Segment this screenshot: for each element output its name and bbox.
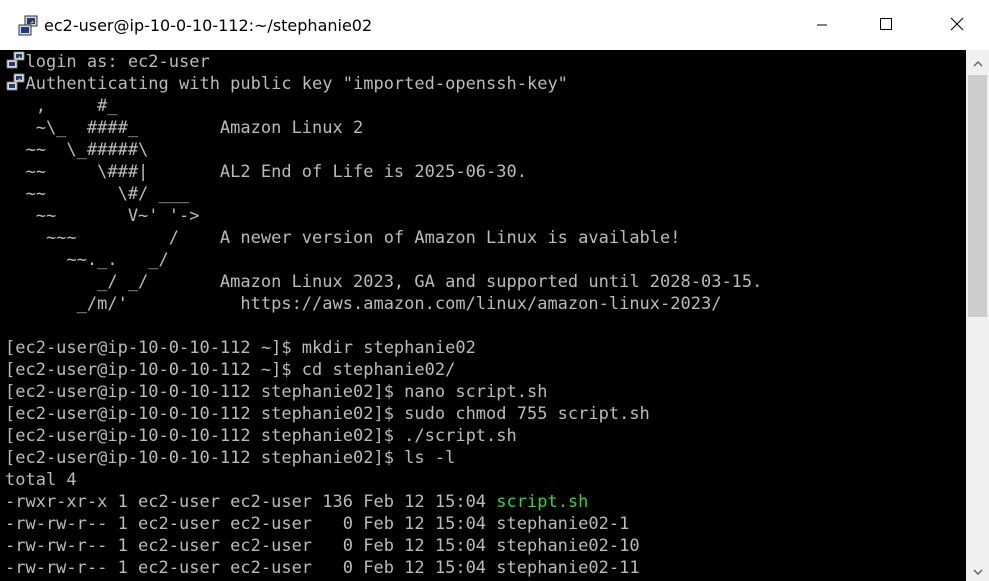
minimize-icon	[816, 16, 828, 35]
scroll-down-button[interactable]	[966, 558, 989, 581]
terminal-line: _/m/' https://aws.amazon.com/linux/amazo…	[5, 294, 722, 314]
minimize-button[interactable]	[799, 0, 845, 50]
terminal-line: [ec2-user@ip-10-0-10-112 stephanie02]$ s…	[5, 404, 650, 424]
terminal-line: [ec2-user@ip-10-0-10-112 ~]$ cd stephani…	[5, 360, 456, 380]
terminal-line: , #_	[5, 96, 118, 116]
terminal-line: ~\_ ####_ Amazon Linux 2	[5, 118, 364, 138]
terminal-line: [ec2-user@ip-10-0-10-112 ~]$ mkdir steph…	[5, 338, 476, 358]
window-title: ec2-user@ip-10-0-10-112:~/stephanie02	[44, 16, 373, 35]
scrollbar-thumb[interactable]	[968, 75, 987, 317]
terminal-line: -rw-rw-r-- 1 ec2-user ec2-user 0 Feb 12 …	[5, 514, 630, 534]
file-entry-perms: -rwxr-xr-x 1 ec2-user ec2-user 136 Feb 1…	[5, 492, 497, 512]
maximize-icon	[879, 16, 893, 35]
terminal-line: ~~ \###| AL2 End of Life is 2025-06-30.	[5, 162, 527, 182]
scroll-down-arrow-icon	[973, 560, 983, 579]
terminal-line: ~~ V~' '->	[5, 206, 200, 226]
terminal-line: login as: ec2-user	[5, 52, 210, 72]
vertical-scrollbar[interactable]	[966, 50, 989, 581]
terminal-line: ~~ \_#####\	[5, 140, 149, 160]
terminal-line: [ec2-user@ip-10-0-10-112 stephanie02]$ .…	[5, 426, 517, 446]
terminal-line: ~~._. _/	[5, 250, 169, 270]
terminal-line: _/ _/ Amazon Linux 2023, GA and supporte…	[5, 272, 763, 292]
terminal-window: ec2-user@ip-10-0-10-112:~/stephanie02 lo…	[0, 0, 989, 581]
terminal-line: [ec2-user@ip-10-0-10-112 stephanie02]$ n…	[5, 382, 548, 402]
terminal-line: ~~~ / A newer version of Amazon Linux is…	[5, 228, 681, 248]
maximize-button[interactable]	[863, 0, 909, 50]
scroll-up-arrow-icon	[973, 52, 983, 71]
terminal-line: total 4	[5, 470, 77, 490]
terminal-output[interactable]: login as: ec2-user Authenticating with p…	[0, 50, 966, 581]
executable-filename: script.sh	[496, 492, 589, 512]
close-icon	[950, 16, 964, 35]
title-bar[interactable]: ec2-user@ip-10-0-10-112:~/stephanie02	[0, 0, 989, 50]
terminal-line: -rw-rw-r-- 1 ec2-user ec2-user 0 Feb 12 …	[5, 536, 640, 556]
terminal-line: [ec2-user@ip-10-0-10-112 stephanie02]$ l…	[5, 448, 456, 468]
putty-icon[interactable]	[17, 15, 39, 37]
terminal-line: -rw-rw-r-- 1 ec2-user ec2-user 0 Feb 12 …	[5, 558, 640, 578]
terminal-line: ~~ \#/ ___	[5, 184, 190, 204]
scroll-up-button[interactable]	[966, 50, 989, 73]
terminal-line: Authenticating with public key "imported…	[5, 74, 568, 94]
terminal-line-ls-executable: -rwxr-xr-x 1 ec2-user ec2-user 136 Feb 1…	[5, 491, 588, 513]
close-button[interactable]	[934, 0, 980, 50]
